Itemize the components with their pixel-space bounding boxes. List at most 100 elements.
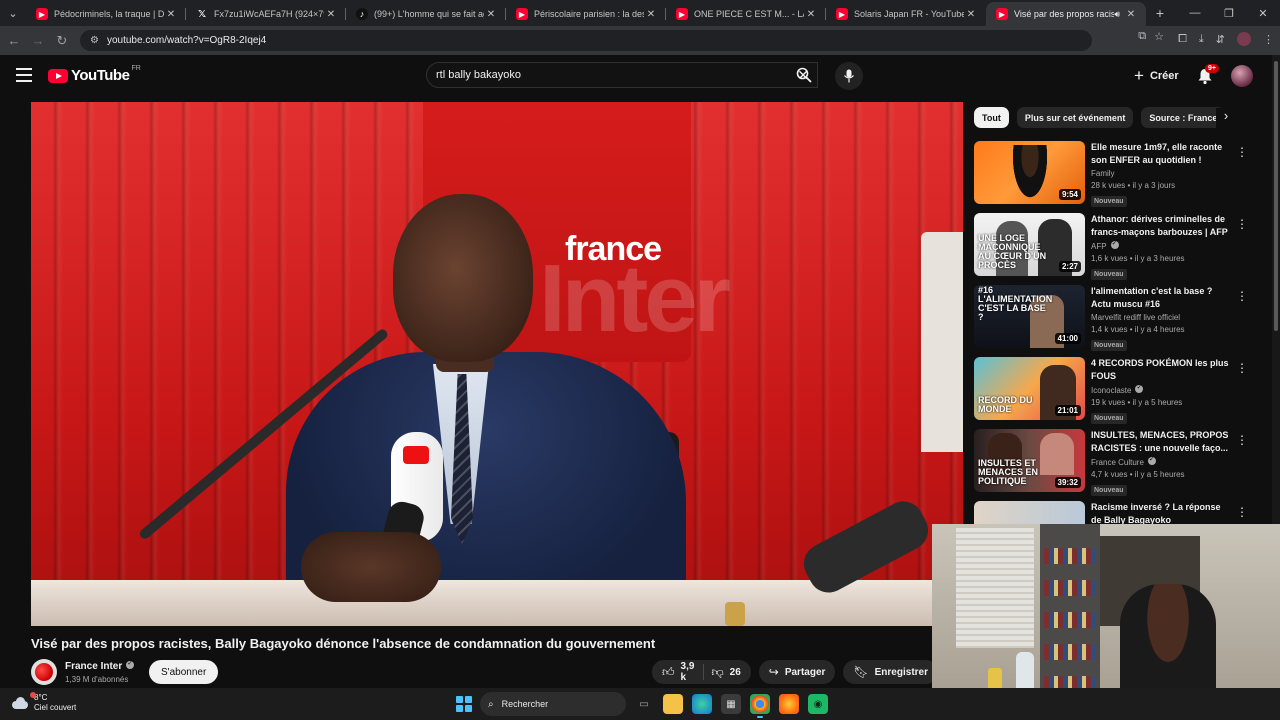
recommendation-item[interactable]: INSULTES ET MENACES EN POLITIQUE 39:32 I… (974, 429, 1248, 501)
subscribe-button[interactable]: S'abonner (149, 660, 219, 684)
recommendation-title[interactable]: Elle mesure 1m97, elle raconte son ENFER… (1091, 141, 1231, 167)
weather-alert-icon (30, 692, 36, 698)
reload-icon[interactable]: ↻ (50, 33, 74, 49)
install-app-icon[interactable]: ⧉ (1138, 30, 1146, 43)
video-thumbnail[interactable]: INSULTES ET MENACES EN POLITIQUE 39:32 (974, 429, 1085, 492)
taskbar-search[interactable]: ⌕ Rechercher (480, 692, 626, 716)
site-info-icon[interactable]: ⚙︎ (90, 35, 99, 46)
dislike-count[interactable]: 26 (730, 667, 741, 678)
address-bar[interactable]: ⚙︎ youtube.com/watch?v=OgR8-2Iqej4 (80, 30, 1092, 51)
create-button[interactable]: + Créer (1124, 63, 1189, 89)
browser-tab[interactable]: ▶ Périscolaire parisien : la descen ✕ (506, 2, 666, 26)
recommendations-list: 9:54 Elle mesure 1m97, elle raconte son … (974, 141, 1248, 573)
recommendation-channel[interactable]: Family (1091, 169, 1231, 178)
recommendation-item[interactable]: UNE LOGE MAÇONNIQUE AU CŒUR D'UN PROCÈS … (974, 213, 1248, 285)
save-button[interactable]: 🔖︎ Enregistrer (843, 660, 938, 684)
minimize-icon[interactable]: — (1178, 7, 1212, 19)
recommendation-title[interactable]: 4 RECORDS POKÉMON les plus FOUS (1091, 357, 1231, 383)
tab-search-chevron-icon[interactable]: ⌄ (0, 0, 26, 26)
browser-menu-icon[interactable]: ⋮ (1263, 33, 1274, 46)
video-thumbnail[interactable]: ACTU MUSCU #16 L'ALIMENTATION C'EST LA B… (974, 285, 1085, 348)
tab-title: Périscolaire parisien : la descen (534, 9, 644, 19)
channel-name[interactable]: France Inter (65, 659, 135, 672)
task-view-icon[interactable]: ▭ (634, 694, 654, 714)
chevron-right-icon[interactable]: › (1216, 108, 1236, 128)
share-button[interactable]: ↪ Partager (758, 660, 836, 684)
chip-event[interactable]: Plus sur cet événement (1016, 107, 1134, 128)
firefox-icon[interactable] (779, 694, 799, 714)
browser-tab-active[interactable]: ▶ Visé par des propos racistes 🔊︎ ✕ (986, 2, 1146, 26)
forward-arrow-icon[interactable]: → (26, 33, 50, 48)
close-tab-icon[interactable]: ✕ (804, 9, 818, 20)
more-options-icon[interactable]: ⋮ (1236, 505, 1248, 519)
more-options-icon[interactable]: ⋮ (1236, 217, 1248, 231)
tab-title: Solaris Japan FR - YouTube (854, 9, 964, 19)
recommendation-title[interactable]: Athanor: dérives criminelles de francs-m… (1091, 213, 1231, 239)
recommendation-channel[interactable]: Marvelfit rediff live officiel (1091, 313, 1231, 322)
download-icon[interactable]: ⤓ (1199, 33, 1204, 46)
weather-widget[interactable]: 8°C Ciel couvert (10, 692, 77, 713)
close-tab-icon[interactable]: ✕ (484, 9, 498, 20)
microsoft-store-icon[interactable]: ▦ (721, 694, 741, 714)
close-tab-icon[interactable]: ✕ (964, 9, 978, 20)
edge-browser-icon[interactable] (692, 694, 712, 714)
bookmark-star-icon[interactable]: ☆ (1154, 30, 1164, 43)
browser-tab[interactable]: ▶ Solaris Japan FR - YouTube ✕ (826, 2, 986, 26)
recommendation-item[interactable]: RECORD DU MONDE 21:01 4 RECORDS POKÉMON … (974, 357, 1248, 429)
search-icon[interactable] (796, 67, 812, 83)
browser-tab[interactable]: ▶ ONE PIECE C EST M... - LA COM ✕ (666, 2, 826, 26)
subscriber-count: 1,39 M d'abonnés (65, 675, 129, 684)
recommendation-item[interactable]: 9:54 Elle mesure 1m97, elle raconte son … (974, 141, 1248, 213)
speaker-icon[interactable]: 🔊︎ (1114, 9, 1120, 20)
youtube-icon: ▶ (676, 8, 688, 20)
thumbnail-person (1010, 145, 1050, 204)
restore-icon[interactable]: ❐ (1212, 7, 1246, 20)
tab-groups-icon[interactable]: ⇵ (1216, 33, 1225, 46)
close-window-icon[interactable]: ✕ (1246, 7, 1280, 20)
video-player[interactable]: Inter france (31, 102, 963, 626)
recommendation-title[interactable]: l'alimentation c'est la base ? Actu musc… (1091, 285, 1231, 311)
recommendation-channel[interactable]: France Culture (1091, 455, 1231, 467)
browser-tab[interactable]: ▶ Pédocriminels, la traque | Docu ✕ (26, 2, 186, 26)
recommendation-channel-name: Iconoclaste (1091, 386, 1132, 395)
recommendation-item[interactable]: ACTU MUSCU #16 L'ALIMENTATION C'EST LA B… (974, 285, 1248, 357)
thumbs-up-icon[interactable]: 👍︎ (662, 665, 675, 680)
recommendation-title[interactable]: INSULTES, MENACES, PROPOS RACISTES : une… (1091, 429, 1231, 455)
close-tab-icon[interactable]: ✕ (164, 9, 178, 20)
profile-avatar[interactable] (1237, 32, 1251, 46)
extensions-puzzle-icon[interactable]: ⧠ (1178, 33, 1187, 46)
thumbs-down-icon[interactable]: 👎︎ (711, 665, 723, 680)
more-options-icon[interactable]: ⋮ (1236, 361, 1248, 375)
menu-icon[interactable] (16, 68, 32, 82)
window-controls: — ❐ ✕ (1178, 0, 1280, 26)
windows-start-icon[interactable] (456, 696, 472, 712)
chip-all[interactable]: Tout (974, 107, 1009, 128)
close-tab-icon[interactable]: ✕ (1124, 9, 1138, 20)
video-thumbnail[interactable]: RECORD DU MONDE 21:01 (974, 357, 1085, 420)
browser-tab[interactable]: 𝕏 Fx7zu1iWcAEFa7H (924×790) ✕ (186, 2, 346, 26)
close-tab-icon[interactable]: ✕ (324, 9, 338, 20)
app-icon[interactable]: ◉ (808, 694, 828, 714)
channel-avatar[interactable] (31, 659, 57, 685)
chip-source[interactable]: Source : France (1141, 107, 1226, 128)
file-explorer-icon[interactable] (663, 694, 683, 714)
recommendation-channel[interactable]: AFP (1091, 239, 1231, 251)
more-options-icon[interactable]: ⋮ (1236, 289, 1248, 303)
voice-search-button[interactable] (835, 62, 863, 90)
video-thumbnail[interactable]: UNE LOGE MAÇONNIQUE AU CŒUR D'UN PROCÈS … (974, 213, 1085, 276)
more-options-icon[interactable]: ⋮ (1236, 433, 1248, 447)
back-arrow-icon[interactable]: ← (2, 33, 26, 48)
close-tab-icon[interactable]: ✕ (644, 9, 658, 20)
scrollbar-thumb[interactable] (1274, 61, 1278, 331)
more-options-icon[interactable]: ⋮ (1236, 145, 1248, 159)
like-count[interactable]: 3,9 k (681, 661, 695, 683)
weather-condition: Ciel couvert (34, 703, 77, 712)
youtube-logo[interactable]: YouTube FR (48, 65, 141, 84)
new-tab-button[interactable]: + (1148, 5, 1172, 21)
video-thumbnail[interactable]: 9:54 (974, 141, 1085, 204)
recommendation-channel[interactable]: Iconoclaste (1091, 383, 1231, 395)
chrome-browser-icon[interactable] (750, 694, 770, 718)
search-input[interactable]: rtl bally bakayoko ✕ (426, 62, 818, 88)
browser-tab[interactable]: ♪ (99+) L'homme qui se fait agre ✕ (346, 2, 506, 26)
account-avatar[interactable] (1231, 65, 1253, 87)
